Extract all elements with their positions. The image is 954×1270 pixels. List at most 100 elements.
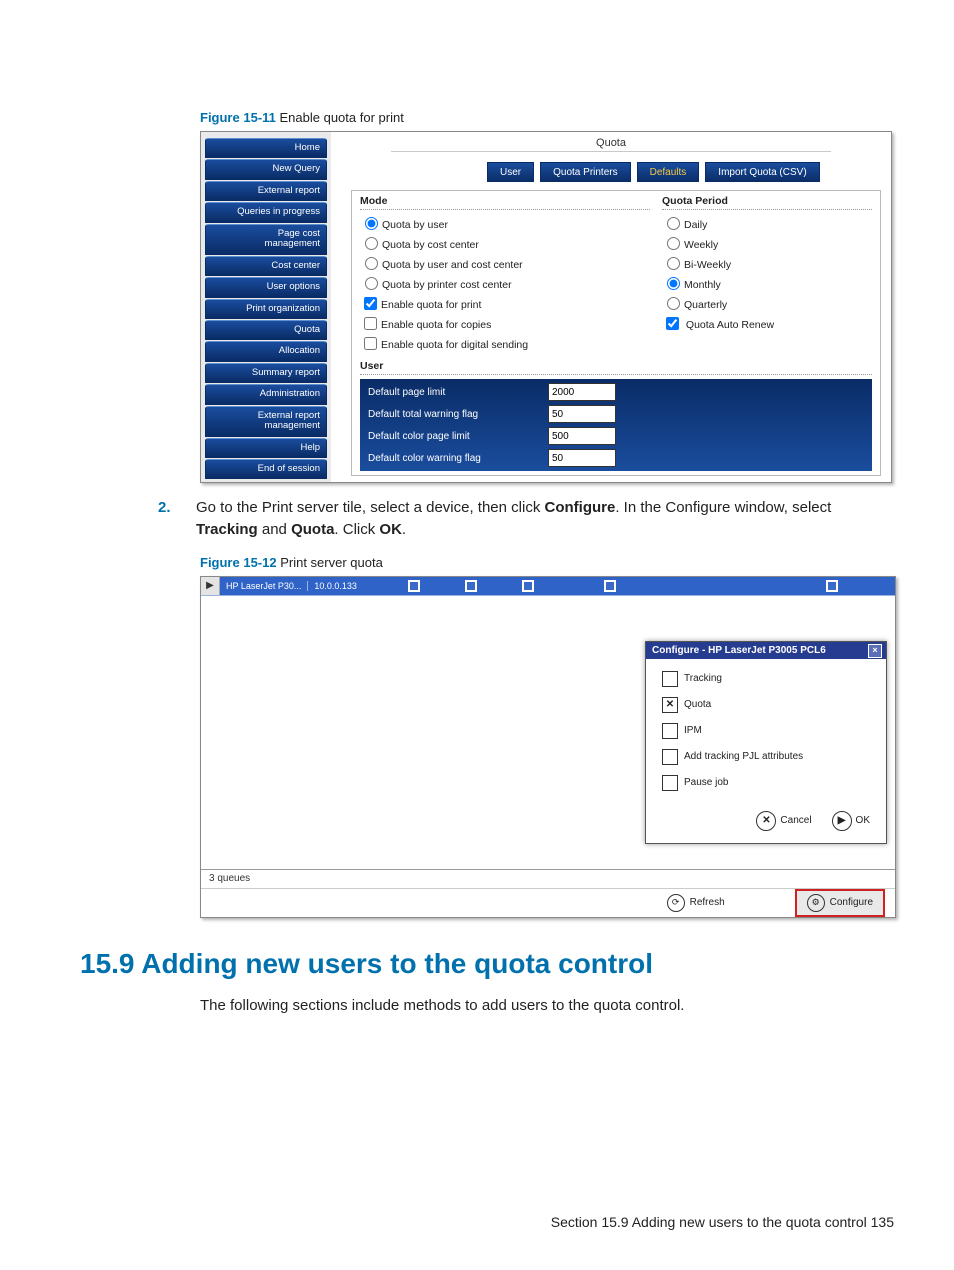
radio-label: Daily [684,219,707,231]
sidebar-item[interactable]: Page costmanagement [205,224,327,255]
user-row-label: Default total warning flag [362,409,548,420]
sidebar-item[interactable]: Cost center [205,256,327,276]
radio-input[interactable] [667,237,680,250]
radio-label: Quota by printer cost center [382,279,512,291]
user-row-label: Default page limit [362,387,548,398]
period-radio[interactable]: Bi-Weekly [662,254,872,274]
figure-11-caption: Figure 15-11 Enable quota for print [200,110,884,125]
sidebar-item[interactable]: Summary report [205,363,327,383]
sidebar-item[interactable]: External report [205,181,327,201]
figure-11-number: Figure 15-11 [200,110,276,125]
user-row-input[interactable] [548,427,616,445]
user-row: Default total warning flag [362,403,870,425]
radio-input[interactable] [667,297,680,310]
checkbox-icon [662,723,678,739]
radio-input[interactable] [667,277,680,290]
period-radio[interactable]: Quarterly [662,294,872,314]
sidebar-item[interactable]: Home [205,138,327,158]
column-checkbox-icon [408,580,420,592]
refresh-label: Refresh [690,897,725,908]
user-row-label: Default color page limit [362,431,548,442]
sidebar-item[interactable]: User options [205,277,327,297]
tab[interactable]: User [487,162,534,182]
user-row-input[interactable] [548,449,616,467]
figure-12-image: ▶ HP LaserJet P30... 10.0.0.133 Configur… [200,576,896,918]
radio-input[interactable] [667,217,680,230]
checkbox-icon: ✕ [662,697,678,713]
refresh-button[interactable]: ⟳ Refresh [657,891,735,915]
queues-status: 3 queues [201,869,895,887]
checkbox-input[interactable] [364,297,377,310]
tab[interactable]: Quota Printers [540,162,630,182]
sidebar-item[interactable]: End of session [205,459,327,479]
mode-header: Mode [360,195,650,210]
option-label: Tracking [684,673,722,684]
checkbox-input[interactable] [364,317,377,330]
user-row-input[interactable] [548,405,616,423]
dialog-option[interactable]: Pause job [662,775,870,791]
radio-input[interactable] [365,217,378,230]
device-row[interactable]: ▶ HP LaserJet P30... 10.0.0.133 [201,577,895,596]
dialog-option[interactable]: IPM [662,723,870,739]
enable-check[interactable]: Enable quota for print [360,294,650,314]
user-row: Default color page limit [362,425,870,447]
refresh-icon: ⟳ [667,894,685,912]
mode-radio[interactable]: Quota by user and cost center [360,254,650,274]
row-arrow-icon: ▶ [201,577,220,595]
auto-renew-checkbox[interactable] [666,317,679,330]
period-header: Quota Period [662,195,872,210]
tab[interactable]: Defaults [637,162,700,182]
mode-radio[interactable]: Quota by cost center [360,234,650,254]
checkbox-input[interactable] [364,337,377,350]
period-radio[interactable]: Monthly [662,274,872,294]
configure-button[interactable]: ⚙ Configure [795,889,885,917]
sidebar-item[interactable]: Quota [205,320,327,340]
radio-label: Quota by cost center [382,239,479,251]
checkbox-icon [662,775,678,791]
checkbox-icon [662,749,678,765]
option-label: IPM [684,725,702,736]
radio-input[interactable] [365,237,378,250]
radio-label: Monthly [684,279,721,291]
mode-radio[interactable]: Quota by printer cost center [360,274,650,294]
ok-button[interactable]: ▶ OK [832,811,870,831]
radio-input[interactable] [365,257,378,270]
sidebar-item[interactable]: External reportmanagement [205,406,327,437]
auto-renew-label: Quota Auto Renew [686,319,774,331]
enable-check[interactable]: Enable quota for digital sending [360,334,650,354]
sidebar-item[interactable]: Print organization [205,299,327,319]
sidebar-item[interactable]: Allocation [205,341,327,361]
sidebar-item[interactable]: New Query [205,159,327,179]
auto-renew-check[interactable]: Quota Auto Renew [662,314,872,334]
radio-input[interactable] [365,277,378,290]
user-row-input[interactable] [548,383,616,401]
sidebar-item[interactable]: Help [205,438,327,458]
cancel-label: Cancel [780,815,811,826]
step-number: 2. [158,497,196,541]
ok-icon: ▶ [832,811,852,831]
period-radio[interactable]: Weekly [662,234,872,254]
tab[interactable]: Import Quota (CSV) [705,162,819,182]
page-footer: Section 15.9 Adding new users to the quo… [551,1214,894,1230]
ok-label: OK [856,815,870,826]
user-row-label: Default color warning flag [362,453,548,464]
close-icon[interactable]: × [868,644,882,658]
period-radio[interactable]: Daily [662,214,872,234]
option-label: Add tracking PJL attributes [684,751,803,762]
bottom-toolbar: ⟳ Refresh ⚙ Configure [201,888,895,917]
sidebar: HomeNew QueryExternal reportQueries in p… [201,132,331,482]
tab-row: User Quota Printers DefaultsImport Quota (… [481,162,820,182]
column-checkbox-icon [604,580,616,592]
dialog-option[interactable]: Add tracking PJL attributes [662,749,870,765]
mode-radio[interactable]: Quota by user [360,214,650,234]
radio-input[interactable] [667,257,680,270]
dialog-option[interactable]: ✕ Quota [662,697,870,713]
sidebar-item[interactable]: Administration [205,384,327,404]
sidebar-item[interactable]: Queries in progress [205,202,327,222]
option-label: Quota [684,699,711,710]
enable-check[interactable]: Enable quota for copies [360,314,650,334]
radio-label: Quarterly [684,299,727,311]
dialog-option[interactable]: Tracking [662,671,870,687]
cancel-button[interactable]: ✕ Cancel [756,811,811,831]
option-label: Pause job [684,777,728,788]
